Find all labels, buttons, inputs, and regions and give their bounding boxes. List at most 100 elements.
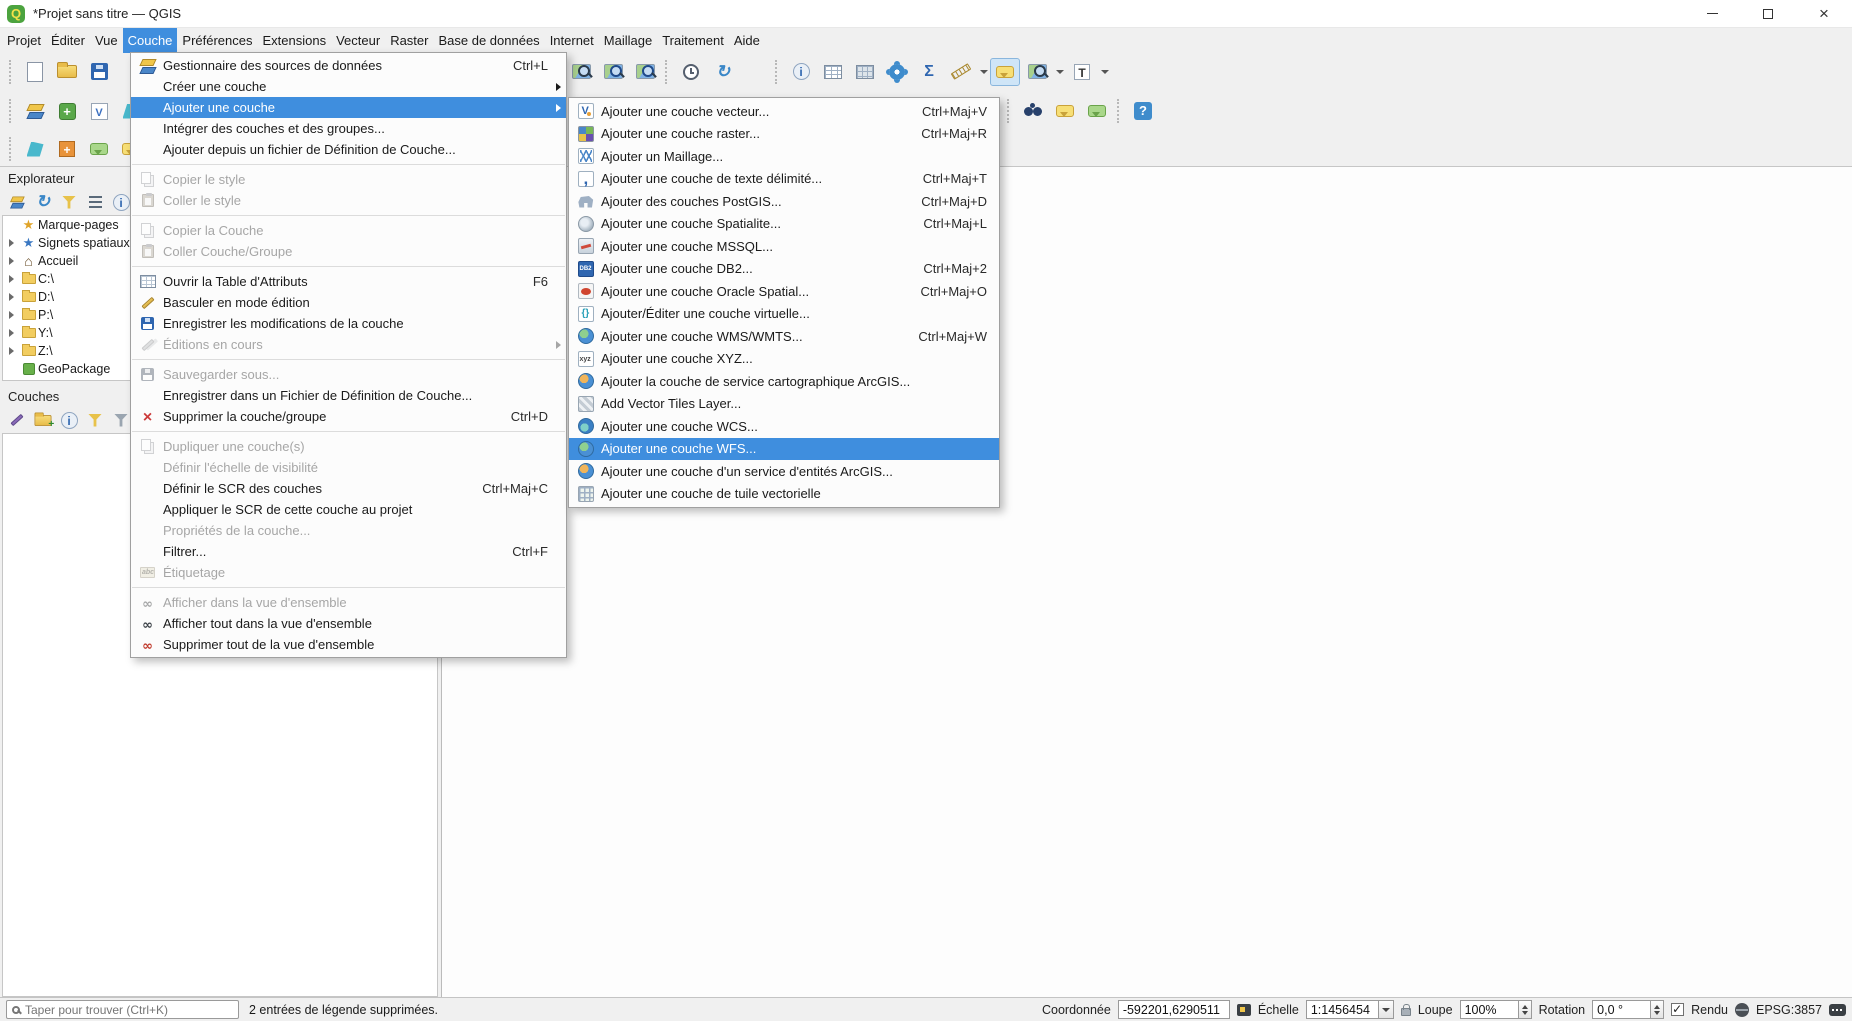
menu-editer[interactable]: Éditer — [46, 28, 90, 53]
help-button[interactable] — [1128, 97, 1158, 125]
expander-icon[interactable] — [9, 239, 14, 247]
magnifier-input[interactable] — [1460, 1000, 1518, 1019]
zoom-next-button[interactable] — [630, 58, 660, 86]
data-source-manager-button[interactable] — [20, 97, 50, 125]
map-annotation-button[interactable] — [84, 135, 114, 163]
toolbar-handle[interactable] — [9, 99, 15, 123]
coordinate-input[interactable] — [1118, 1000, 1230, 1019]
menu-traitement[interactable]: Traitement — [657, 28, 729, 53]
menu-item-add-spatialite-layer[interactable]: Ajouter une couche Spatialite... Ctrl+Ma… — [569, 213, 999, 236]
minimize-button[interactable] — [1684, 0, 1740, 27]
zoom-in-map-button[interactable] — [566, 58, 596, 86]
menu-item-show-all-in-overview[interactable]: Afficher tout dans la vue d'ensemble — [131, 613, 566, 634]
menu-preferences[interactable]: Préférences — [177, 28, 257, 53]
add-group-button[interactable] — [32, 409, 54, 431]
menu-item-save-as-definition-file[interactable]: Enregistrer dans un Fichier de Définitio… — [131, 385, 566, 406]
menu-item-add-xyz-layer[interactable]: Ajouter une couche XYZ... — [569, 348, 999, 371]
add-selected-layers-button[interactable] — [6, 191, 28, 213]
menu-item-open-attribute-table[interactable]: Ouvrir la Table d'Attributs F6 — [131, 271, 566, 292]
quick-search-input[interactable] — [25, 1003, 233, 1017]
rotation-spinbox[interactable] — [1592, 1000, 1664, 1019]
menu-item-add-oracle-layer[interactable]: Ajouter une couche Oracle Spatial... Ctr… — [569, 280, 999, 303]
open-attribute-table-button[interactable] — [818, 58, 848, 86]
annotation-dropdown[interactable] — [1099, 58, 1110, 86]
scale-combo[interactable] — [1306, 1000, 1394, 1019]
menu-raster[interactable]: Raster — [385, 28, 433, 53]
menu-base-de-donnees[interactable]: Base de données — [433, 28, 544, 53]
menu-vecteur[interactable]: Vecteur — [331, 28, 385, 53]
zoom-to-bookmark-button[interactable] — [1022, 58, 1052, 86]
text-annotation-button[interactable] — [1067, 58, 1097, 86]
filter-browser-button[interactable] — [58, 191, 80, 213]
spin-down-icon[interactable] — [1522, 1011, 1528, 1018]
new-shapefile-layer-button[interactable] — [84, 97, 114, 125]
spin-up-icon[interactable] — [1654, 1002, 1660, 1009]
menu-item-create-layer[interactable]: Créer une couche — [131, 76, 566, 97]
toolbar-handle[interactable] — [665, 60, 671, 84]
menu-item-set-layer-crs[interactable]: Définir le SCR des couches Ctrl+Maj+C — [131, 478, 566, 499]
field-calculator-button[interactable] — [850, 58, 880, 86]
filter-legend-button[interactable] — [84, 409, 106, 431]
menu-vue[interactable]: Vue — [90, 28, 123, 53]
menu-item-hide-all-from-overview[interactable]: Supprimer tout de la vue d'ensemble — [131, 634, 566, 655]
toolbar-handle[interactable] — [9, 137, 15, 161]
expander-icon[interactable] — [9, 329, 14, 337]
menu-item-add-mssql-layer[interactable]: Ajouter une couche MSSQL... — [569, 235, 999, 258]
extent-toggle-icon[interactable] — [1237, 1004, 1251, 1016]
layer-diagrams-button[interactable] — [1082, 97, 1112, 125]
menu-item-add-virtual-layer[interactable]: Ajouter/Éditer une couche virtuelle... — [569, 303, 999, 326]
render-checkbox[interactable] — [1671, 1003, 1684, 1016]
expander-icon[interactable] — [9, 275, 14, 283]
menu-item-filter[interactable]: Filtrer... Ctrl+F — [131, 541, 566, 562]
menu-maillage[interactable]: Maillage — [599, 28, 657, 53]
scale-input[interactable] — [1306, 1000, 1378, 1019]
toolbar-handle[interactable] — [775, 60, 781, 84]
processing-toolbox-button[interactable] — [882, 58, 912, 86]
menu-item-add-vector-tile-layer[interactable]: Ajouter une couche de tuile vectorielle — [569, 483, 999, 506]
menu-extensions[interactable]: Extensions — [258, 28, 332, 53]
menu-item-embed-layers[interactable]: Intégrer des couches et des groupes... — [131, 118, 566, 139]
menu-item-add-vector-tiles-layer[interactable]: Add Vector Tiles Layer... — [569, 393, 999, 416]
expander-icon[interactable] — [9, 347, 14, 355]
menu-item-set-project-crs-from-layer[interactable]: Appliquer le SCR de cette couche au proj… — [131, 499, 566, 520]
layer-labeling-button[interactable] — [1050, 97, 1080, 125]
crs-globe-icon[interactable] — [1735, 1003, 1749, 1017]
menu-item-add-delimited-text-layer[interactable]: Ajouter une couche de texte délimité... … — [569, 168, 999, 191]
temporal-controller-button[interactable] — [676, 58, 706, 86]
menu-item-add-vector-layer[interactable]: Ajouter une couche vecteur... Ctrl+Maj+V — [569, 100, 999, 123]
menu-item-add-arcgis-featureservice-layer[interactable]: Ajouter une couche d'un service d'entité… — [569, 460, 999, 483]
new-geopackage-layer-button[interactable] — [52, 97, 82, 125]
menu-item-add-layer[interactable]: Ajouter une couche — [131, 97, 566, 118]
menu-couche[interactable]: Couche — [123, 28, 178, 53]
menu-item-remove-layer-group[interactable]: Supprimer la couche/groupe Ctrl+D — [131, 406, 566, 427]
spin-up-icon[interactable] — [1522, 1002, 1528, 1009]
menu-aide[interactable]: Aide — [729, 28, 765, 53]
toolbar-handle[interactable] — [1117, 99, 1123, 123]
expander-icon[interactable] — [9, 311, 14, 319]
zoom-last-button[interactable] — [598, 58, 628, 86]
menu-projet[interactable]: Projet — [2, 28, 46, 53]
menu-item-data-source-manager[interactable]: Gestionnaire des sources de données Ctrl… — [131, 55, 566, 76]
menu-item-toggle-editing[interactable]: Basculer en mode édition — [131, 292, 566, 313]
open-layer-styling-button[interactable] — [6, 409, 28, 431]
filter-by-expression-button[interactable] — [110, 409, 132, 431]
rotation-input[interactable] — [1592, 1000, 1650, 1019]
scale-dropdown-icon[interactable] — [1378, 1000, 1394, 1019]
collapse-all-button[interactable] — [84, 191, 106, 213]
menu-item-add-from-definition-file[interactable]: Ajouter depuis un fichier de Définition … — [131, 139, 566, 160]
measure-dropdown[interactable] — [978, 58, 989, 86]
select-features-button[interactable] — [20, 135, 50, 163]
measure-line-button[interactable] — [946, 58, 976, 86]
statistical-summary-button[interactable] — [914, 58, 944, 86]
quick-search-box[interactable] — [6, 1000, 239, 1019]
toolbar-handle[interactable] — [9, 60, 15, 84]
maximize-button[interactable] — [1740, 0, 1796, 27]
bookmark-dropdown[interactable] — [1054, 58, 1065, 86]
menu-internet[interactable]: Internet — [545, 28, 599, 53]
manage-map-themes-button[interactable] — [58, 409, 80, 431]
menu-item-add-raster-layer[interactable]: Ajouter une couche raster... Ctrl+Maj+R — [569, 123, 999, 146]
scale-lock-icon[interactable] — [1401, 1008, 1411, 1016]
properties-widget-button[interactable] — [110, 191, 132, 213]
menu-item-add-postgis-layers[interactable]: Ajouter des couches PostGIS... Ctrl+Maj+… — [569, 190, 999, 213]
menu-item-add-wms-layer[interactable]: Ajouter une couche WMS/WMTS... Ctrl+Maj+… — [569, 325, 999, 348]
